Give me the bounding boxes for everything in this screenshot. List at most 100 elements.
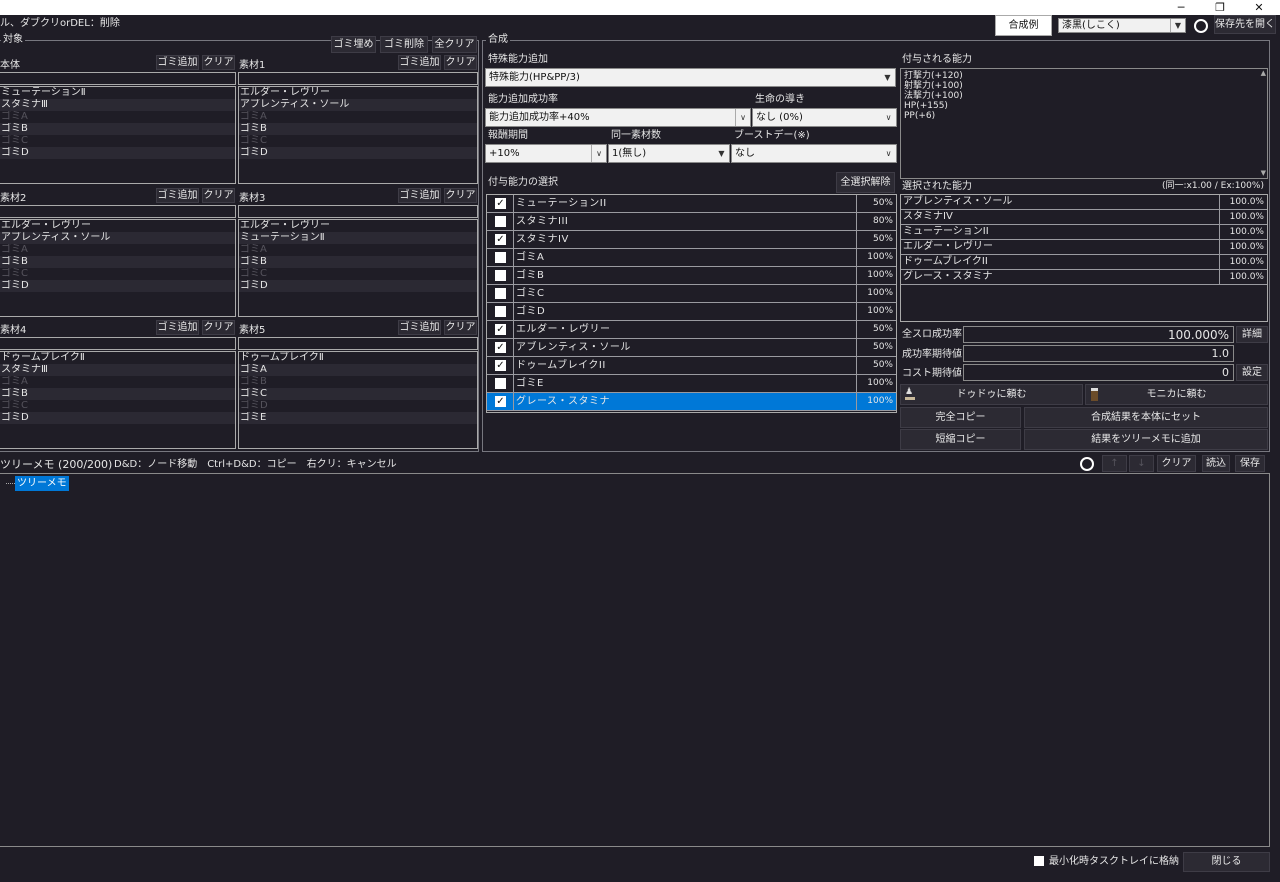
panel-input[interactable] [0, 337, 236, 350]
checkbox[interactable]: ✓ [495, 198, 506, 209]
ability-row-selected[interactable]: ✓ グレース・スタミナ 100% [487, 393, 896, 411]
add-trash-button[interactable]: ゴミ追加 [156, 188, 199, 203]
panel-input[interactable] [238, 205, 478, 218]
panel-input[interactable] [0, 72, 236, 85]
list-item[interactable]: ゴミC [0, 400, 235, 412]
selected-row[interactable]: ミューテーションII 100.0% [901, 225, 1267, 240]
list-item[interactable]: ゴミA [239, 111, 477, 123]
set-result-to-base-button[interactable]: 合成結果を本体にセット [1024, 407, 1268, 428]
list-item[interactable]: ゴミD [239, 147, 477, 159]
tree-save-button[interactable]: 保存 [1235, 455, 1265, 472]
clear-button[interactable]: クリア [444, 320, 477, 335]
add-trash-button[interactable]: ゴミ追加 [398, 320, 441, 335]
ability-row[interactable]: ゴミD 100% [487, 303, 896, 321]
clear-all-button[interactable]: 全クリア [432, 36, 477, 53]
list-item[interactable]: ゴミA [0, 111, 235, 123]
ability-row[interactable]: ゴミA 100% [487, 249, 896, 267]
checkbox[interactable]: ✓ [495, 234, 506, 245]
list-item[interactable]: スタミナⅢ [0, 364, 235, 376]
panel-input[interactable] [0, 205, 236, 218]
open-save-folder-button[interactable]: 保存先を開く [1214, 15, 1276, 34]
clear-button[interactable]: クリア [202, 55, 235, 70]
list-item[interactable]: アブレンティス・ソール [239, 99, 477, 111]
checkbox[interactable]: ✓ [495, 396, 506, 407]
add-trash-button[interactable]: ゴミ追加 [398, 55, 441, 70]
add-result-to-tree-button[interactable]: 結果をツリーメモに追加 [1024, 429, 1268, 450]
checkbox[interactable] [495, 306, 506, 317]
list-item[interactable]: ゴミC [239, 135, 477, 147]
short-copy-button[interactable]: 短縮コピー [900, 429, 1021, 450]
list-item[interactable]: ゴミB [0, 256, 235, 268]
checkbox[interactable]: ✓ [495, 324, 506, 335]
list-item[interactable]: ゴミD [0, 280, 235, 292]
selected-row[interactable]: グレース・スタミナ 100.0% [901, 270, 1267, 285]
delete-trash-button[interactable]: ゴミ削除 [380, 36, 428, 53]
granted-textarea[interactable]: 打撃力(+120) 射撃力(+100) 法撃力(+100) HP(+155) P… [900, 68, 1268, 179]
same-material-select[interactable]: 1(無し) ▼ [608, 144, 730, 163]
checkbox[interactable] [495, 216, 506, 227]
ability-row[interactable]: ✓ ドゥームブレイクII 50% [487, 357, 896, 375]
list-item[interactable]: エルダー・レヴリー [239, 220, 477, 232]
rate-select[interactable]: 能力追加成功率+40% ∨ [485, 108, 751, 127]
list-item[interactable]: ゴミC [239, 268, 477, 280]
list-item[interactable]: アブレンティス・ソール [0, 232, 235, 244]
deselect-all-button[interactable]: 全選択解除 [836, 172, 895, 193]
ask-monica-button[interactable]: モニカに頼む [1085, 384, 1268, 405]
ability-list[interactable]: エルダー・レヴリー ミューテーションⅡ ゴミA ゴミB ゴミC ゴミD [238, 219, 478, 317]
ability-row[interactable]: ゴミB 100% [487, 267, 896, 285]
scroll-down-icon[interactable]: ▼ [1261, 170, 1266, 177]
checkbox[interactable] [495, 288, 506, 299]
ability-checklist[interactable]: ✓ ミューテーションII 50% スタミナIII 80% ✓ スタミナIV 50% ゴミA… [486, 194, 897, 413]
detail-button[interactable]: 詳細 [1236, 326, 1268, 343]
ability-list[interactable]: エルダー・レヴリー アブレンティス・ソール ゴミA ゴミB ゴミC ゴミD [238, 86, 478, 184]
checkbox[interactable] [495, 270, 506, 281]
ability-row[interactable]: ゴミE 100% [487, 375, 896, 393]
list-item[interactable]: ゴミA [0, 376, 235, 388]
list-item[interactable]: ゴミB [239, 376, 477, 388]
clear-button[interactable]: クリア [444, 188, 477, 203]
list-item[interactable]: ゴミB [239, 123, 477, 135]
list-item[interactable]: ドゥームブレイクⅡ [0, 352, 235, 364]
ability-list[interactable]: ミューテーションⅡ スタミナⅢ ゴミA ゴミB ゴミC ゴミD [0, 86, 236, 184]
fill-trash-button[interactable]: ゴミ埋め [331, 36, 376, 53]
clear-button[interactable]: クリア [444, 55, 477, 70]
move-up-button[interactable]: ↑ [1102, 455, 1127, 472]
selected-row[interactable]: ドゥームブレイクII 100.0% [901, 255, 1267, 270]
ability-row[interactable]: スタミナIII 80% [487, 213, 896, 231]
ability-row[interactable]: ✓ スタミナIV 50% [487, 231, 896, 249]
ability-row[interactable]: ゴミC 100% [487, 285, 896, 303]
add-trash-button[interactable]: ゴミ追加 [156, 320, 199, 335]
list-item[interactable]: ゴミD [239, 400, 477, 412]
list-item[interactable]: ゴミC [239, 388, 477, 400]
preset-select[interactable]: 漆黒(しこく) ▼ [1058, 18, 1186, 33]
list-item[interactable]: ゴミB [239, 256, 477, 268]
clear-button[interactable]: クリア [202, 320, 235, 335]
list-item[interactable]: スタミナⅢ [0, 99, 235, 111]
checkbox[interactable]: ✓ [495, 342, 506, 353]
list-item[interactable]: ゴミA [0, 244, 235, 256]
close-button[interactable]: 閉じる [1183, 852, 1270, 872]
ability-row[interactable]: ✓ エルダー・レヴリー 50% [487, 321, 896, 339]
circle-icon[interactable] [1194, 19, 1208, 33]
life-guide-select[interactable]: なし (0%) ∨ [752, 108, 897, 127]
list-item[interactable]: ゴミE [239, 412, 477, 424]
scroll-up-icon[interactable]: ▲ [1261, 70, 1266, 77]
ask-dudu-button[interactable]: ♟ ドゥドゥに頼む [900, 384, 1083, 405]
setting-button[interactable]: 設定 [1236, 364, 1268, 381]
list-item[interactable]: ミューテーションⅡ [239, 232, 477, 244]
list-item[interactable]: ミューテーションⅡ [0, 87, 235, 99]
synthesis-example-button[interactable]: 合成例 [995, 15, 1052, 36]
clear-button[interactable]: クリア [202, 188, 235, 203]
close-icon[interactable]: ✕ [1236, 0, 1280, 15]
list-item[interactable]: ゴミB [0, 388, 235, 400]
list-item[interactable]: ゴミD [239, 280, 477, 292]
tray-checkbox[interactable] [1034, 856, 1044, 866]
add-trash-button[interactable]: ゴミ追加 [156, 55, 199, 70]
list-item[interactable]: ゴミC [0, 268, 235, 280]
tree-memo-area[interactable]: ツリーメモ [0, 473, 1270, 847]
circle-icon[interactable] [1080, 457, 1094, 471]
ability-list[interactable]: エルダー・レヴリー アブレンティス・ソール ゴミA ゴミB ゴミC ゴミD [0, 219, 236, 317]
list-item[interactable]: ゴミC [0, 135, 235, 147]
tree-clear-button[interactable]: クリア [1157, 455, 1196, 472]
ability-row[interactable]: ✓ アブレンティス・ソール 50% [487, 339, 896, 357]
